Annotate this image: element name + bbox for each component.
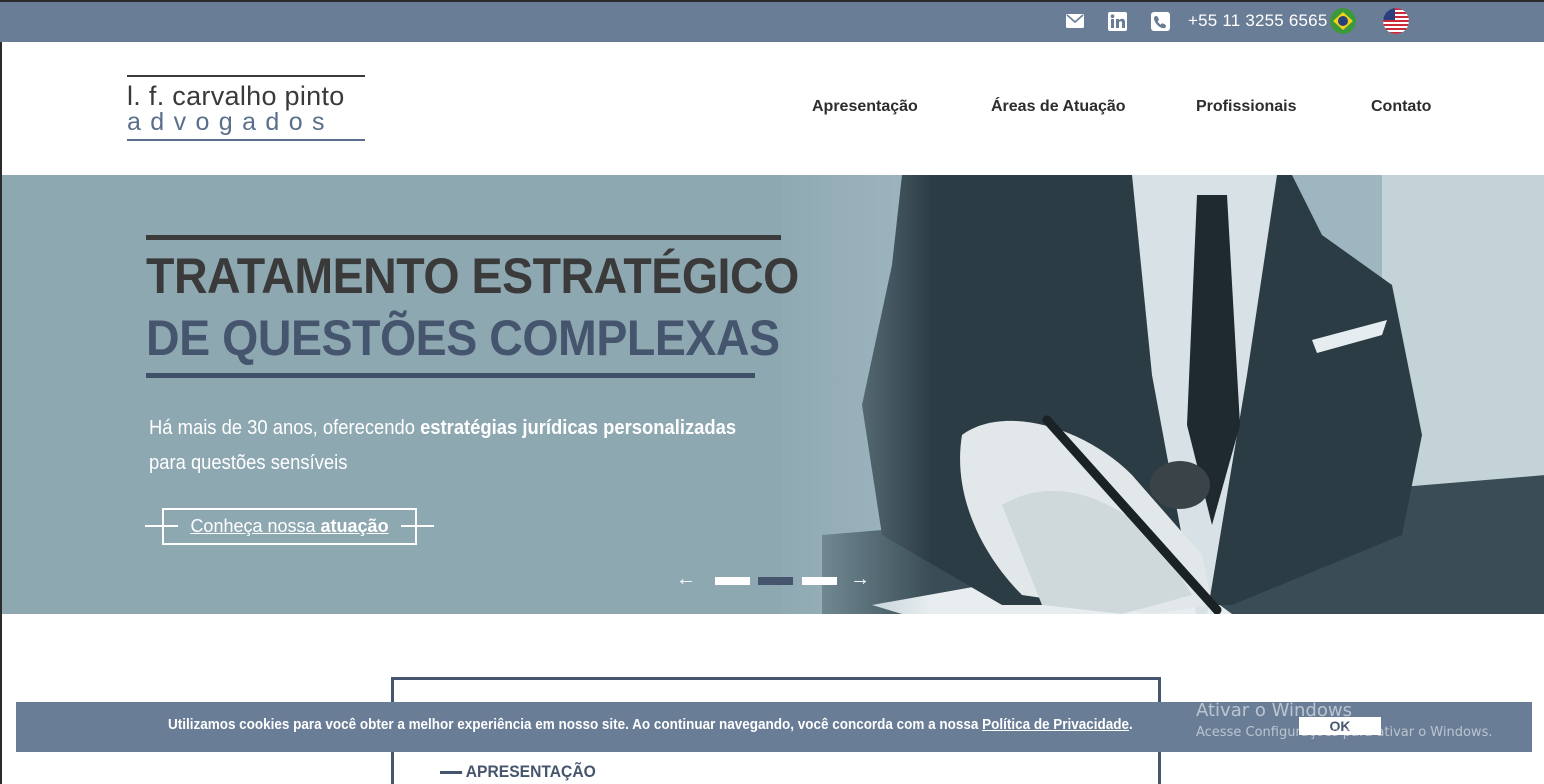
cookie-message-end: . xyxy=(1129,717,1133,733)
nav-item-areas-de-atuacao[interactable]: Áreas de Atuação xyxy=(991,98,1126,116)
windows-activation-watermark: Ativar o Windows Acesse Configurações pa… xyxy=(1196,700,1492,740)
hero-subtitle-bold: estratégias jurídicas personalizadas xyxy=(420,417,737,439)
hero-rule-bottom xyxy=(146,373,755,378)
privacy-policy-link[interactable]: Política de Privacidade xyxy=(982,717,1129,733)
nav-item-apresentacao[interactable]: Apresentação xyxy=(812,98,918,116)
site-header: l. f. carvalho pinto advogados Apresenta… xyxy=(0,42,1544,175)
cta-conheca-atuacao-button[interactable]: Conheça nossa atuação xyxy=(145,508,434,545)
cookie-text: Utilizamos cookies para você obter a mel… xyxy=(168,717,1133,733)
hero-subtitle-line2: para questões sensíveis xyxy=(149,452,348,474)
linkedin-icon[interactable] xyxy=(1106,10,1128,32)
heading-bar xyxy=(440,771,463,775)
cookie-message: Utilizamos cookies para você obter a mel… xyxy=(168,717,983,733)
watermark-line1: Ativar o Windows xyxy=(1196,700,1352,721)
site-logo[interactable]: l. f. carvalho pinto advogados xyxy=(127,75,365,141)
phone-icon[interactable] xyxy=(1149,10,1171,32)
section-heading-text: APRESENTAÇÃO xyxy=(465,762,596,781)
envelope-icon[interactable] xyxy=(1064,10,1086,32)
cta-dash-right xyxy=(401,525,434,527)
hero-title-line2: DE QUESTÕES COMPLEXAS xyxy=(146,310,780,366)
slider-dot-1[interactable] xyxy=(715,577,750,585)
watermark-line2: Acesse Configurações para ativar o Windo… xyxy=(1196,725,1493,740)
hero-subtitle-part1: Há mais de 30 anos, oferecendo xyxy=(149,417,421,439)
usa-flag-icon[interactable] xyxy=(1383,8,1409,34)
hero-title-line1: TRATAMENTO ESTRATÉGICO xyxy=(146,248,799,304)
section-heading: APRESENTAÇÃO xyxy=(440,762,596,782)
top-contact-bar: +55 11 3255 6565 xyxy=(0,0,1544,42)
hero-subtitle: Há mais de 30 anos, oferecendo estratégi… xyxy=(149,411,736,481)
slider-dot-2[interactable] xyxy=(758,577,793,585)
slider-dot-3[interactable] xyxy=(802,577,837,585)
slider-next-arrow-icon[interactable]: → xyxy=(850,569,870,589)
logo-line2: advogados xyxy=(127,108,334,136)
phone-number[interactable]: +55 11 3255 6565 xyxy=(1188,11,1328,31)
slider-prev-arrow-icon[interactable]: ← xyxy=(676,569,696,589)
nav-item-contato[interactable]: Contato xyxy=(1371,98,1431,116)
hero-photo xyxy=(762,175,1544,614)
brazil-flag-icon[interactable] xyxy=(1330,8,1356,34)
cta-dash-left xyxy=(145,525,178,527)
cta-text: Conheça nossa xyxy=(190,516,321,536)
nav-item-profissionais[interactable]: Profissionais xyxy=(1196,98,1296,116)
hero-rule-top xyxy=(146,235,781,240)
presentation-section: APRESENTAÇÃO xyxy=(0,614,1544,784)
cta-bold: atuação xyxy=(320,516,389,536)
hero-slider: TRATAMENTO ESTRATÉGICO DE QUESTÕES COMPL… xyxy=(0,175,1544,614)
